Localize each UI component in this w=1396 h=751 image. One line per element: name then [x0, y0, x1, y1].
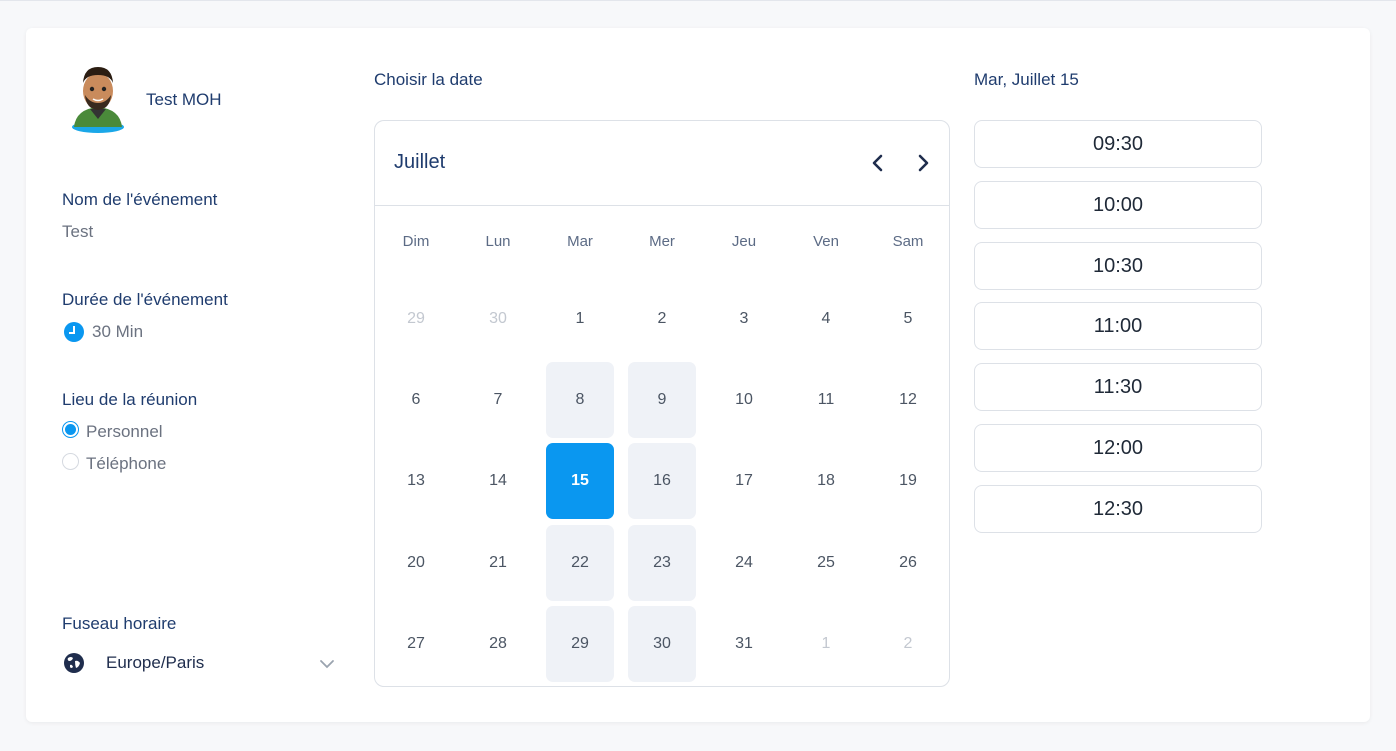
calendar-day: 26 [899, 554, 917, 571]
calendar-day: 27 [407, 635, 425, 652]
calendar-day-selected[interactable]: 15 [546, 443, 614, 519]
time-slot-button[interactable]: 10:00 [974, 181, 1262, 229]
weekday-header: Ven [813, 233, 839, 250]
calendar-day: 31 [735, 635, 753, 652]
chevron-right-icon[interactable] [912, 152, 934, 174]
calendar-day: 13 [407, 472, 425, 489]
time-slot-button[interactable]: 12:30 [974, 485, 1262, 533]
calendar-day[interactable]: 16 [628, 443, 696, 519]
event-name-value: Test [62, 222, 94, 241]
calendar-day: 29 [407, 310, 425, 327]
calendar-day: 17 [735, 472, 753, 489]
time-slot-button[interactable]: 11:30 [974, 363, 1262, 411]
calendar-day: 7 [493, 391, 503, 408]
weekday-header: Mar [567, 233, 593, 250]
meeting-location-label: Lieu de la réunion [62, 390, 198, 409]
host-avatar [72, 67, 124, 133]
location-option-telephone[interactable]: Téléphone [86, 454, 166, 474]
weekday-header: Dim [402, 233, 430, 250]
calendar-day: 18 [817, 472, 835, 489]
calendar-day: 11 [817, 391, 835, 408]
weekday-header: Jeu [731, 233, 757, 250]
calendar-day: 12 [899, 391, 917, 408]
calendar-day[interactable]: 22 [546, 525, 614, 601]
weekday-header: Lun [485, 233, 511, 250]
globe-icon [64, 653, 84, 673]
event-name-label: Nom de l'événement [62, 190, 218, 209]
calendar-month: Juillet [394, 151, 446, 173]
event-duration-value: 30 Min [92, 322, 144, 341]
calendar-day: 5 [903, 310, 913, 327]
calendar-day: 19 [899, 472, 917, 489]
calendar-day: 21 [489, 554, 507, 571]
calendar-day[interactable]: 23 [628, 525, 696, 601]
time-slot-button[interactable]: 09:30 [974, 120, 1262, 168]
location-option-personnel[interactable]: Personnel [86, 422, 163, 442]
calendar-header: Juillet [375, 121, 949, 206]
time-slot-button[interactable]: 10:30 [974, 242, 1262, 290]
chevron-down-icon[interactable] [318, 655, 336, 673]
calendar-day: 20 [407, 554, 425, 571]
calendar-day[interactable]: 30 [628, 606, 696, 682]
calendar-day: 25 [817, 554, 835, 571]
time-slot-button[interactable]: 11:00 [974, 302, 1262, 350]
calendar-day: 6 [411, 391, 421, 408]
calendar-day: 2 [903, 635, 913, 652]
timezone-select[interactable]: Europe/Paris [106, 653, 204, 673]
calendar-day: 14 [489, 472, 507, 489]
location-radio-telephone[interactable] [62, 453, 79, 470]
calendar-day: 2 [657, 310, 667, 327]
clock-icon [64, 322, 84, 342]
calendar-day: 30 [489, 310, 507, 327]
calendar-day[interactable]: 8 [546, 362, 614, 438]
event-duration-label: Durée de l'événement [62, 290, 228, 309]
calendar-day: 10 [735, 391, 753, 408]
calendar-day: 24 [735, 554, 753, 571]
calendar-day[interactable]: 29 [546, 606, 614, 682]
timezone-label: Fuseau horaire [62, 614, 177, 633]
calendar-day[interactable]: 9 [628, 362, 696, 438]
weekday-header: Mer [649, 233, 675, 250]
time-slot-button[interactable]: 12:00 [974, 424, 1262, 472]
calendar-day: 1 [821, 635, 831, 652]
calendar-day: 3 [739, 310, 749, 327]
calendar: Juillet Dim Lun Mar Mer Jeu Ven Sam 29 30 1 2 3 4 5 6… [374, 120, 950, 687]
calendar-day: 4 [821, 310, 831, 327]
host-name: Test MOH [146, 90, 222, 109]
selected-date-heading: Mar, Juillet 15 [974, 70, 1079, 89]
weekday-header: Sam [892, 233, 924, 250]
location-radio-personnel[interactable] [62, 421, 79, 438]
chevron-left-icon[interactable] [867, 152, 889, 174]
calendar-day: 28 [489, 635, 507, 652]
calendar-day: 1 [575, 310, 585, 327]
date-picker-heading: Choisir la date [374, 70, 483, 89]
